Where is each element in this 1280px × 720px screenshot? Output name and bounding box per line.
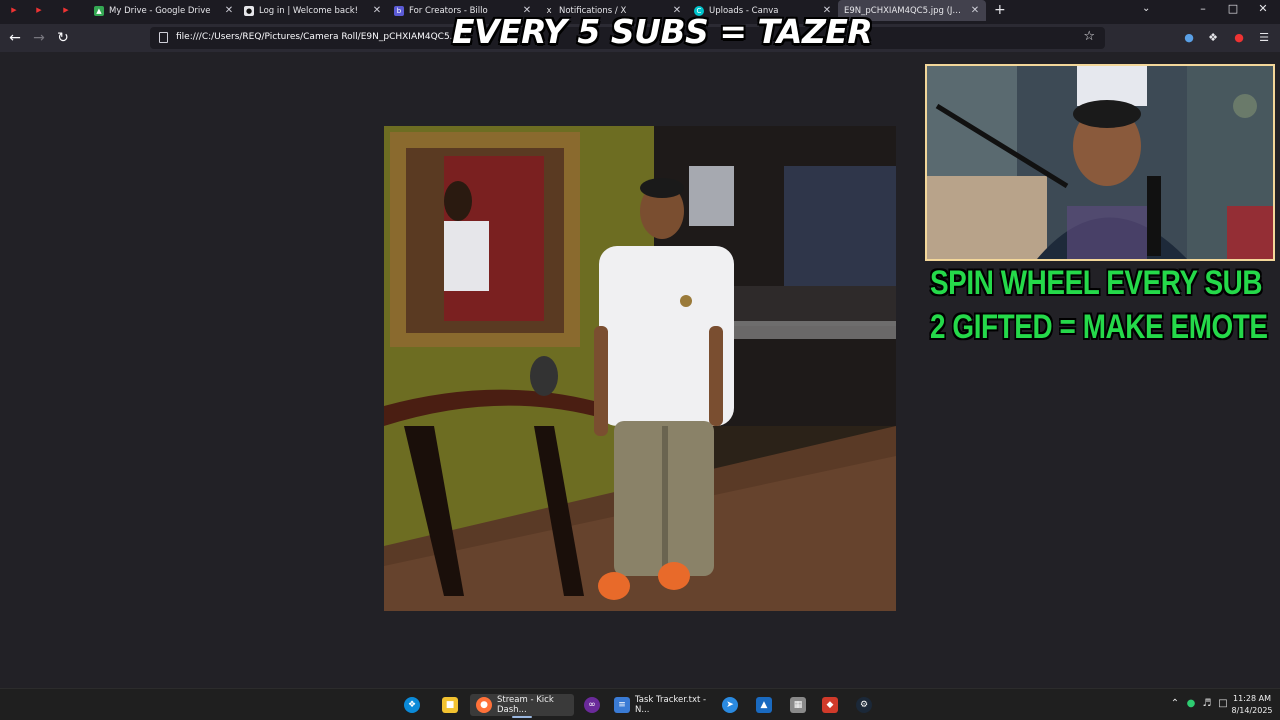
clock-time: 11:28 AM (1233, 694, 1271, 703)
store-icon: ▲ (756, 697, 772, 713)
obs-icon: ∞ (584, 697, 600, 713)
tab-google-drive[interactable]: ▲ My Drive - Google Drive ✕ (94, 0, 234, 21)
taskbar-app-edge[interactable]: ➤ (722, 694, 743, 716)
menu-icon[interactable]: ☰ (1257, 31, 1271, 45)
taskbar-app-game[interactable]: ◆ (822, 694, 843, 716)
windows-start-icon: ❖ (404, 697, 420, 713)
taskbar-app-firefox[interactable]: ● Stream - Kick Dash... (470, 694, 574, 718)
account-icon[interactable]: ● (1182, 31, 1196, 45)
page-icon (159, 32, 168, 43)
browser-icon: ➤ (722, 697, 738, 713)
pinned-tab-youtube-3[interactable]: ▶ (58, 3, 74, 17)
taskbar-app-store[interactable]: ▲ (756, 694, 777, 716)
taskbar-app-steam[interactable]: ⚙ (856, 694, 877, 716)
pinned-tab-youtube-2[interactable]: ▶ (31, 3, 47, 17)
forward-icon[interactable]: → (30, 29, 48, 47)
list-all-tabs-icon[interactable]: ⌄ (1142, 3, 1150, 14)
webcam-feed (925, 64, 1275, 261)
photo-drawing (384, 126, 896, 611)
tool-icon: ▦ (790, 697, 806, 713)
webcam-drawing (927, 66, 1273, 259)
youtube-icon: ▶ (63, 6, 69, 14)
minimize-icon[interactable]: – (1196, 2, 1210, 15)
game-icon: ◆ (822, 697, 838, 713)
close-icon[interactable]: ✕ (224, 5, 234, 16)
github-icon: ● (244, 5, 254, 16)
url-text[interactable]: file:///C:/Users/REQ/Pictures/Camera Rol… (176, 32, 466, 42)
overlay-title-text: EVERY 5 SUBS = TAZER (452, 12, 873, 51)
taskbar-app-label: Stream - Kick Dash... (497, 695, 554, 715)
windows-taskbar: ❖ ■ ● Stream - Kick Dash... ∞ ≡ Task Tra… (0, 688, 1280, 720)
close-icon[interactable]: ✕ (970, 5, 980, 16)
overlay-green-line-1: SPIN WHEEL EVERY SUB (930, 264, 1263, 302)
screen: ▶ ▶ ▶ ▲ My Drive - Google Drive ✕ ● Log … (0, 0, 1280, 720)
reload-icon[interactable]: ↻ (54, 29, 72, 47)
system-clock[interactable]: 11:28 AM 8/14/2025 (1228, 693, 1276, 717)
billo-icon: b (394, 5, 404, 16)
active-indicator (511, 716, 533, 718)
overlay-green-line-2: 2 GIFTED = MAKE EMOTE (930, 308, 1268, 346)
firefox-icon: ● (476, 697, 492, 713)
new-tab-button[interactable]: + (994, 2, 1006, 18)
tray-overflow-icon[interactable]: ⌃ (1168, 698, 1182, 709)
clock-date: 8/14/2025 (1231, 706, 1273, 715)
start-button[interactable]: ❖ (404, 694, 425, 716)
google-drive-icon: ▲ (94, 5, 104, 16)
speaker-icon[interactable]: ♬ (1200, 698, 1214, 709)
tab-title: My Drive - Google Drive (109, 5, 211, 16)
bookmark-star-icon[interactable]: ☆ (1083, 29, 1095, 44)
extensions-icon[interactable]: ❖ (1206, 31, 1220, 45)
close-icon[interactable]: ✕ (372, 5, 382, 16)
taskbar-app-label: Task Tracker.txt - N... (635, 695, 707, 715)
steam-icon: ⚙ (856, 697, 872, 713)
taskbar-app-tool[interactable]: ▦ (790, 694, 811, 716)
back-icon[interactable]: ← (6, 29, 24, 47)
taskbar-app-obs[interactable]: ∞ (584, 694, 605, 716)
tab-log-in[interactable]: ● Log in | Welcome back! ✕ (244, 0, 382, 21)
file-explorer-button[interactable]: ■ (442, 694, 463, 716)
tab-title: Log in | Welcome back! (259, 5, 359, 16)
window-close-icon[interactable]: ✕ (1256, 2, 1270, 15)
youtube-icon: ▶ (11, 6, 17, 14)
ublock-icon[interactable]: ● (1232, 31, 1246, 45)
youtube-icon: ▶ (36, 6, 42, 14)
maximize-icon[interactable]: □ (1226, 2, 1240, 15)
pinned-tab-youtube-1[interactable]: ▶ (6, 3, 22, 17)
notepad-icon: ≡ (614, 697, 630, 713)
taskbar-app-notepad[interactable]: ≡ Task Tracker.txt - N... (614, 694, 714, 716)
microphone-icon[interactable]: ● (1184, 698, 1198, 709)
displayed-photo[interactable] (384, 126, 896, 611)
folder-icon: ■ (442, 697, 458, 713)
